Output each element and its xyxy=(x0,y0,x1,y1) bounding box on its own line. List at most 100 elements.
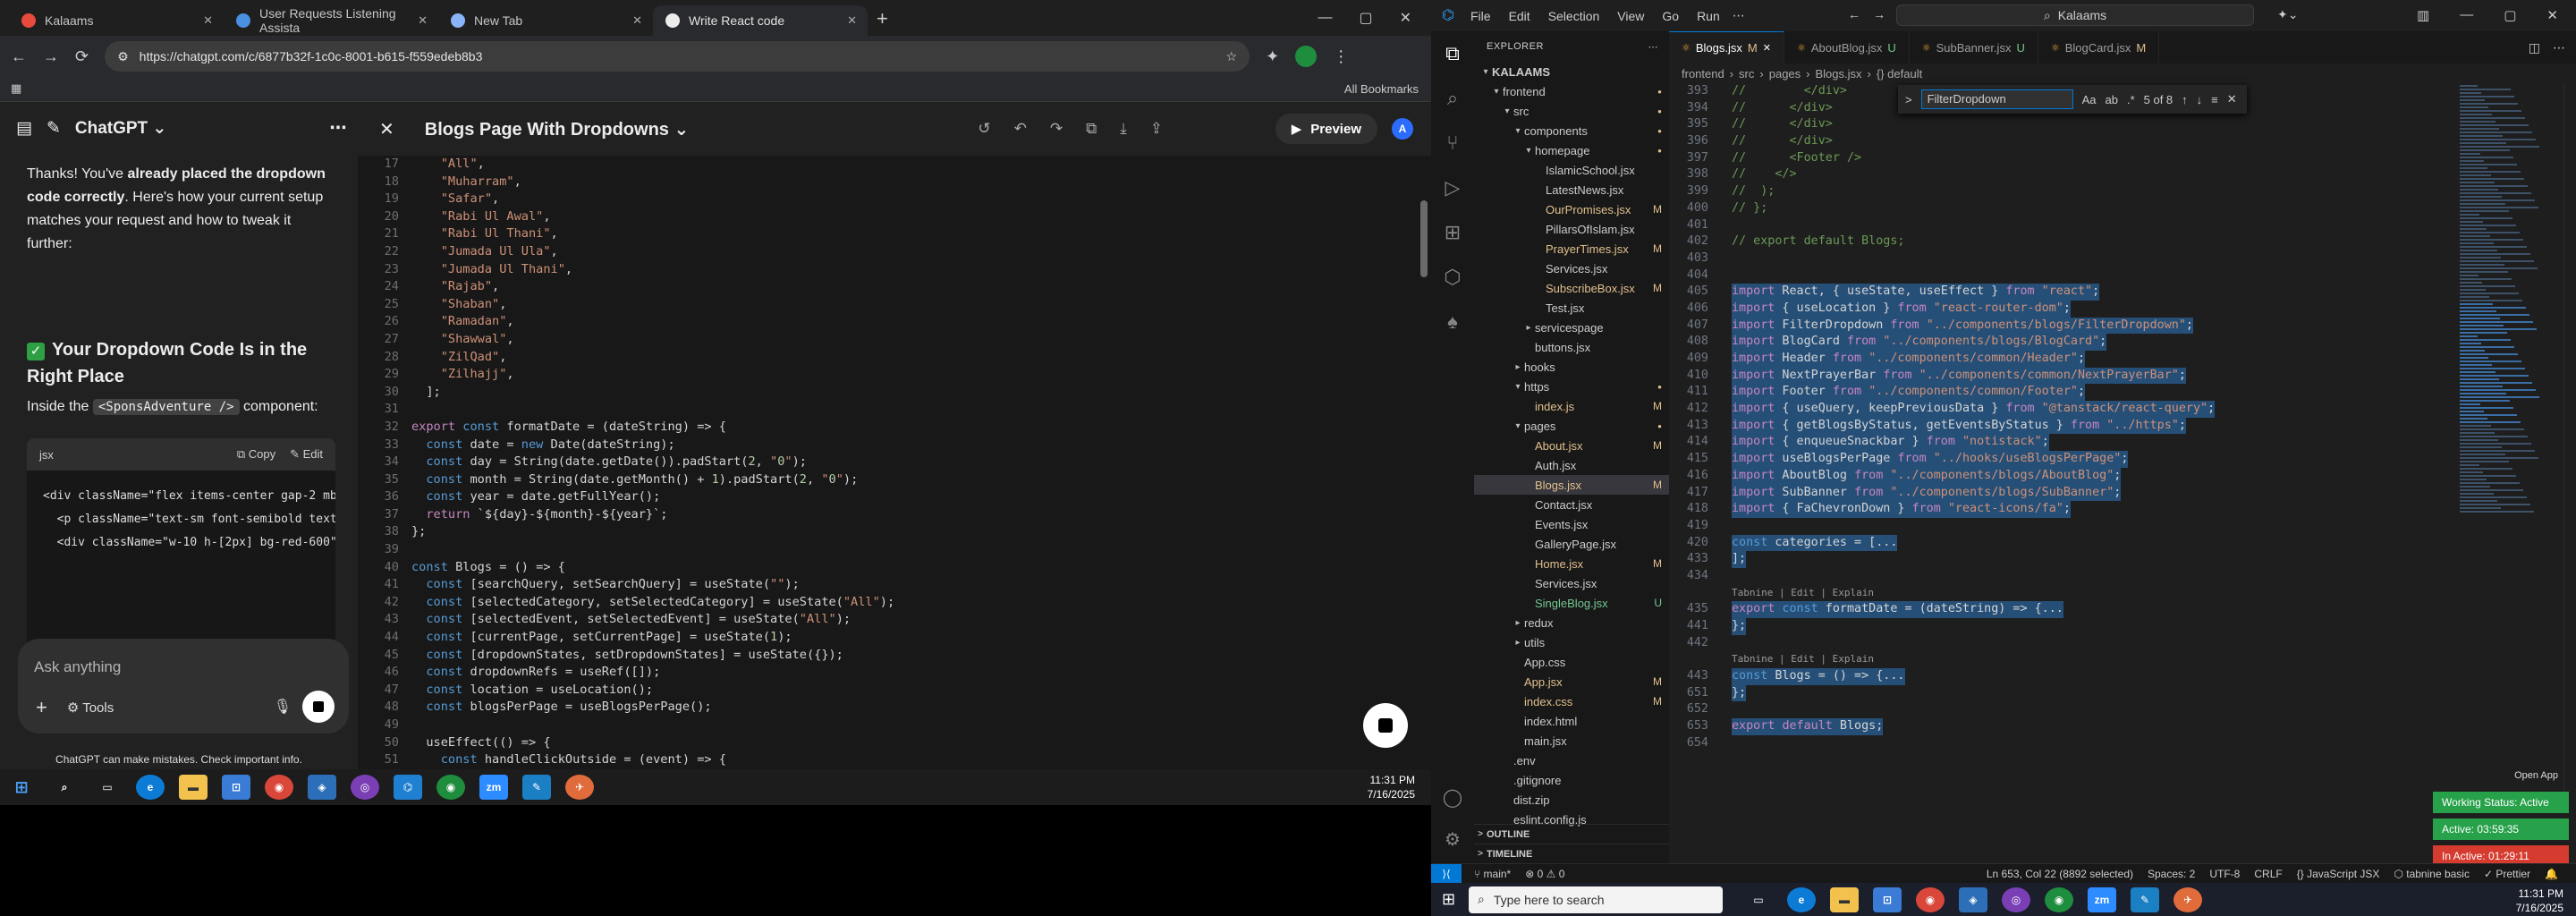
tree-chevron-icon[interactable]: ▸ xyxy=(1512,362,1524,372)
tree-item[interactable]: ▾ KALAAMS xyxy=(1474,62,1669,81)
site-info-icon[interactable]: ⚙ xyxy=(117,49,129,64)
github-icon[interactable]: ◎ xyxy=(351,775,379,800)
tabnine-icon[interactable]: ⬡ xyxy=(1444,266,1461,289)
tree-item[interactable]: Test.jsx xyxy=(1474,298,1669,318)
search-icon[interactable]: ⌕ xyxy=(1447,87,1458,110)
branch-status[interactable]: ⑂ main* xyxy=(1474,868,1511,880)
account-icon[interactable]: ◯ xyxy=(1443,786,1462,809)
breadcrumb-item[interactable]: frontend xyxy=(1682,67,1724,81)
tree-item[interactable]: Services.jsx xyxy=(1474,573,1669,593)
bookmark-star-icon[interactable]: ☆ xyxy=(1226,49,1238,64)
status-badge[interactable]: Active: 03:59:35 xyxy=(2433,818,2569,840)
close-tab-icon[interactable]: ✕ xyxy=(1763,42,1771,54)
postman-icon[interactable]: ✈ xyxy=(565,775,594,800)
more-options-icon[interactable]: ⋯ xyxy=(329,118,346,139)
taskbar-search[interactable]: ⌕ Type here to search xyxy=(1469,886,1723,913)
minimap[interactable] xyxy=(2460,83,2558,799)
source-control-icon[interactable]: ⑂ xyxy=(1446,131,1458,155)
editor-tab[interactable]: ⚛ AboutBlog.jsx U xyxy=(1784,31,1910,64)
app-icon[interactable]: ✎ xyxy=(2131,886,2159,912)
taskbar-clock[interactable]: 11:31 PM 7/16/2025 xyxy=(1368,773,1415,802)
command-center-search[interactable]: ⌕ Kalaams xyxy=(1896,4,2254,26)
new-chat-icon[interactable]: ✎ xyxy=(47,118,61,139)
microphone-icon[interactable]: 🎙 xyxy=(274,698,292,716)
breadcrumb-item[interactable]: src xyxy=(1739,67,1754,81)
nav-back-icon[interactable]: ← xyxy=(1848,7,1860,21)
zoom-icon[interactable]: zm xyxy=(479,775,508,800)
tree-chevron-icon[interactable]: ▸ xyxy=(1512,618,1524,628)
copilot-icon[interactable]: ◈ xyxy=(308,775,336,800)
file-explorer-icon[interactable]: ▬ xyxy=(179,775,208,800)
tree-item[interactable]: ▾ https ● xyxy=(1474,377,1669,396)
mongo-icon[interactable]: ♠ xyxy=(1447,310,1458,334)
taskbar-clock[interactable]: 11:31 PM 7/16/2025 xyxy=(2516,886,2563,915)
find-toggle-icon[interactable]: > xyxy=(1905,93,1912,106)
indent-status[interactable]: Spaces: 2 xyxy=(2148,868,2195,880)
timeline-section[interactable]: > TIMELINE xyxy=(1474,844,1669,863)
codelens[interactable]: Tabnine | Edit | Explain xyxy=(1669,651,2456,668)
breadcrumb-item[interactable]: {} default xyxy=(1877,67,1922,81)
tree-item[interactable]: index.css M xyxy=(1474,691,1669,711)
extensions-icon[interactable]: ⊞ xyxy=(1445,221,1461,244)
tree-item[interactable]: ▸ servicespage xyxy=(1474,318,1669,337)
menu-item-edit[interactable]: Edit xyxy=(1509,9,1530,23)
encoding-status[interactable]: UTF-8 xyxy=(2209,868,2240,880)
tree-item[interactable]: App.jsx M xyxy=(1474,672,1669,691)
tree-item[interactable]: ▸ hooks xyxy=(1474,357,1669,377)
back-icon[interactable]: ← xyxy=(11,47,27,66)
chrome-profile-icon[interactable]: ◉ xyxy=(436,775,465,800)
tree-item[interactable]: ▾ homepage ● xyxy=(1474,140,1669,160)
editor-tab[interactable]: ⚛ Blogs.jsx M ✕ xyxy=(1669,31,1784,64)
notifications-icon[interactable]: 🔔 xyxy=(2545,868,2558,880)
tree-chevron-icon[interactable]: ▾ xyxy=(1522,146,1535,156)
tree-item[interactable]: ▸ utils xyxy=(1474,632,1669,652)
prettier-status[interactable]: ✓ Prettier xyxy=(2484,868,2530,880)
app-icon[interactable]: ✎ xyxy=(522,775,551,800)
regex-icon[interactable]: .* xyxy=(2127,93,2135,106)
browser-tab[interactable]: Kalaams ✕ xyxy=(9,5,224,36)
breadcrumb-item[interactable]: Blogs.jsx xyxy=(1816,67,1862,81)
close-tab-icon[interactable]: ✕ xyxy=(632,13,642,28)
store-icon[interactable]: ⊡ xyxy=(222,775,250,800)
download-icon[interactable]: ⤓ xyxy=(1120,120,1127,138)
windows-start-icon[interactable]: ⊞ xyxy=(1442,890,1455,909)
ask-input[interactable]: Ask anything xyxy=(34,658,121,676)
tree-item[interactable]: .gitignore xyxy=(1474,770,1669,790)
close-tab-icon[interactable]: ✕ xyxy=(847,13,857,28)
tree-item[interactable]: .env xyxy=(1474,751,1669,770)
tree-item[interactable]: Contact.jsx xyxy=(1474,495,1669,514)
tree-chevron-icon[interactable]: ▾ xyxy=(1479,67,1492,77)
browser-tab[interactable]: User Requests Listening Assista ✕ xyxy=(224,5,438,36)
tree-item[interactable]: ▾ pages ● xyxy=(1474,416,1669,436)
tree-item[interactable]: buttons.jsx xyxy=(1474,337,1669,357)
canvas-scrollbar[interactable] xyxy=(1420,200,1428,277)
remote-icon[interactable]: ⟩⟨ xyxy=(1431,863,1462,884)
editor-scrollbar[interactable] xyxy=(2563,83,2576,799)
outline-section[interactable]: > OUTLINE xyxy=(1474,824,1669,844)
editor-tab[interactable]: ⚛ SubBanner.jsx U xyxy=(1910,31,2038,64)
code-editor[interactable]: 393 // </div> 394 // </div> 395 // </div> 396 /… xyxy=(1669,83,2456,844)
postman-icon[interactable]: ✈ xyxy=(2174,886,2202,912)
tree-chevron-icon[interactable]: ▾ xyxy=(1501,106,1513,116)
reload-icon[interactable]: ⟳ xyxy=(75,47,89,66)
tree-chevron-icon[interactable]: ▾ xyxy=(1512,421,1524,431)
file-explorer-icon[interactable]: ▬ xyxy=(1830,886,1859,912)
nav-forward-icon[interactable]: → xyxy=(1873,7,1885,21)
copilot-icon[interactable]: ✦⌄ xyxy=(2277,7,2298,22)
search-icon[interactable]: ⌕ xyxy=(50,775,79,800)
chrome-profile-icon[interactable]: ◉ xyxy=(2045,886,2073,912)
edit-code-button[interactable]: ✎ Edit xyxy=(290,447,323,462)
vscode-icon[interactable]: ⌬ xyxy=(394,775,422,800)
tree-item[interactable]: Blogs.jsx M xyxy=(1474,475,1669,495)
minimize-icon[interactable]: — xyxy=(1318,10,1332,26)
tree-item[interactable]: ▸ redux xyxy=(1474,613,1669,632)
tree-item[interactable]: ▾ src ● xyxy=(1474,101,1669,121)
history-icon[interactable]: ↺ xyxy=(978,120,990,138)
match-case-icon[interactable]: Aa xyxy=(2082,93,2097,106)
whole-word-icon[interactable]: ab xyxy=(2106,93,2118,106)
editor-tab[interactable]: ⚛ BlogCard.jsx M xyxy=(2038,31,2160,64)
forward-icon[interactable]: → xyxy=(43,47,59,66)
profile-avatar[interactable] xyxy=(1295,46,1318,67)
tree-item[interactable]: SubscribeBox.jsx M xyxy=(1474,278,1669,298)
tree-item[interactable]: Events.jsx xyxy=(1474,514,1669,534)
